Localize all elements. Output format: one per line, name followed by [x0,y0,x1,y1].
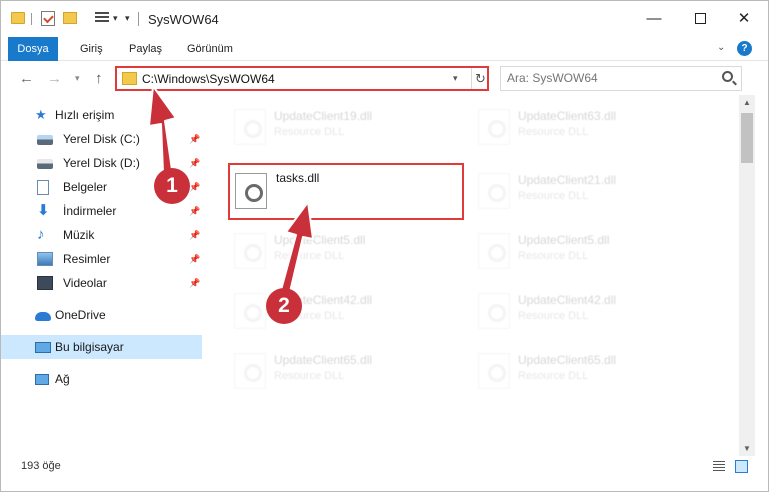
annotation-arrows [148,85,314,293]
annotation-arrow-2 [280,201,314,293]
annotation-marker-2: 2 [266,288,302,324]
annotation-marker-1: 1 [154,168,190,204]
annotation-arrow-1 [148,85,177,173]
